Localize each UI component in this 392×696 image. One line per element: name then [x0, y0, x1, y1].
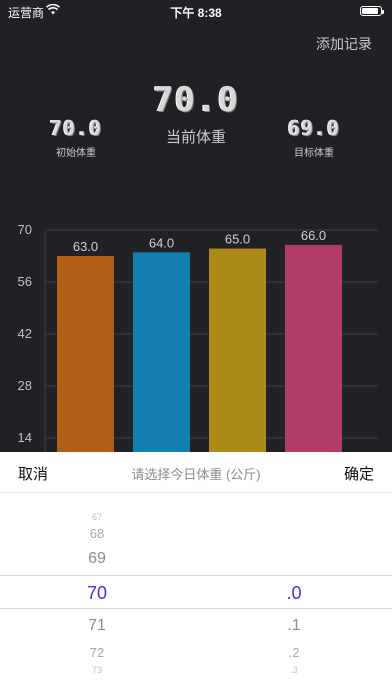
bar-value-label: 64.0: [149, 235, 174, 250]
decimal-option[interactable]: .3: [239, 665, 349, 675]
battery-fill: [362, 8, 379, 14]
confirm-button[interactable]: 确定: [344, 463, 374, 484]
status-time: 下午 8:38: [170, 6, 222, 20]
bar-value-label: 63.0: [73, 239, 98, 254]
bar-value-label: 65.0: [225, 232, 250, 247]
bar-value-label: 66.0: [301, 228, 326, 243]
initial-weight-value: 70.0: [49, 116, 103, 140]
integer-option[interactable]: 71: [42, 617, 152, 635]
decimal-option[interactable]: .1: [239, 617, 349, 635]
bar: [209, 248, 266, 490]
y-tick-label: 56: [18, 274, 32, 289]
initial-weight-label: 初始体重: [56, 148, 96, 159]
y-tick-label: 14: [18, 430, 32, 445]
picker-title: 请选择今日体重 (公斤): [131, 467, 261, 482]
chart-canvas: 14 28 42 56 70 63.0 64.0 65.0 66.0: [18, 222, 378, 490]
status-bar: 运营商 下午 8:38: [0, 0, 392, 22]
integer-option[interactable]: 73: [42, 665, 152, 675]
integer-option[interactable]: 72: [42, 645, 152, 660]
y-tick-label: 70: [18, 222, 32, 237]
bar: [133, 252, 190, 490]
picker-toolbar: 取消 请选择今日体重 (公斤) 确定: [0, 452, 392, 493]
decimal-option-selected[interactable]: .0: [239, 583, 349, 604]
y-tick-label: 28: [18, 378, 32, 393]
target-weight-value: 69.0: [287, 116, 341, 140]
target-weight-label: 目标体重: [294, 148, 334, 159]
integer-option[interactable]: 68: [42, 526, 152, 541]
weight-picker[interactable]: 取消 请选择今日体重 (公斤) 确定 67 68 69 70 71 72 73 …: [0, 452, 392, 696]
integer-option[interactable]: 69: [42, 550, 152, 568]
bar: [57, 256, 114, 490]
integer-option[interactable]: 67: [42, 512, 152, 522]
integer-option-selected[interactable]: 70: [42, 583, 152, 604]
bar: [285, 244, 342, 490]
y-tick-label: 42: [18, 326, 32, 341]
add-record-button[interactable]: 添加记录: [316, 34, 372, 54]
battery-icon: [360, 6, 384, 16]
current-weight-value: 70.0: [153, 80, 239, 120]
decimal-option[interactable]: .2: [239, 645, 349, 660]
weight-bar-chart: 14 28 42 56 70 63.0 64.0 65.0 66.0: [0, 220, 392, 490]
